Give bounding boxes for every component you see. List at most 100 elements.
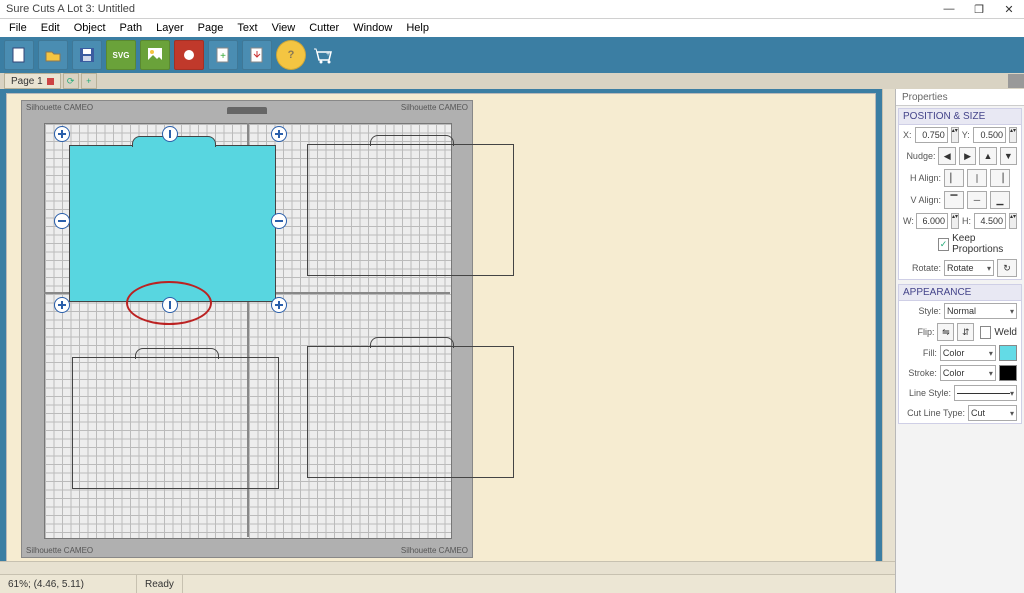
horizontal-scrollbar[interactable] — [0, 561, 895, 574]
fill-label: Fill: — [903, 348, 937, 358]
fill-combo[interactable]: Color — [940, 345, 996, 361]
canvas-background: Silhouette CAMEO Silhouette CAMEO Silhou… — [6, 93, 876, 574]
menu-view[interactable]: View — [265, 22, 303, 34]
new-page-button[interactable]: + — [208, 40, 238, 70]
trace-button[interactable] — [174, 40, 204, 70]
flip-h-button[interactable]: ⇋ — [937, 323, 954, 341]
vertical-scrollbar[interactable] — [882, 89, 895, 562]
page-tab-bar: Page 1 ⟳ + — [0, 73, 1024, 89]
nudge-up-button[interactable]: ▲ — [979, 147, 996, 165]
halign-center-button[interactable]: ∣ — [967, 169, 987, 187]
minimize-button[interactable]: — — [934, 0, 964, 18]
export-button[interactable] — [242, 40, 272, 70]
valign-label: V Align: — [903, 195, 941, 205]
status-zoom-coords: 61%; (4.46, 5.11) — [0, 575, 137, 593]
page-color-icon — [47, 78, 54, 85]
h-label: H: — [962, 216, 971, 226]
menu-window[interactable]: Window — [346, 22, 399, 34]
mat-tab-icon — [227, 107, 267, 114]
new-button[interactable] — [4, 40, 34, 70]
status-state: Ready — [137, 575, 183, 593]
h-spinner[interactable]: ▴▾ — [1009, 213, 1017, 229]
menu-cutter[interactable]: Cutter — [302, 22, 346, 34]
nudge-right-button[interactable]: ▶ — [959, 147, 976, 165]
halign-left-button[interactable]: ▏ — [944, 169, 964, 187]
valign-top-button[interactable]: ▔ — [944, 191, 964, 209]
nudge-down-button[interactable]: ▼ — [1000, 147, 1017, 165]
page-settings-button[interactable]: ⟳ — [63, 73, 79, 89]
rotate-combo[interactable]: Rotate — [944, 260, 994, 276]
shape-card-bl[interactable] — [72, 357, 279, 489]
sel-handle-tr[interactable] — [271, 126, 287, 142]
linestyle-combo[interactable] — [954, 385, 1017, 401]
save-button[interactable] — [72, 40, 102, 70]
nudge-left-button[interactable]: ◀ — [938, 147, 955, 165]
y-input[interactable]: 0.500 — [973, 127, 1006, 143]
shape-card-selected[interactable] — [69, 145, 276, 302]
w-spinner[interactable]: ▴▾ — [951, 213, 959, 229]
menu-page[interactable]: Page — [191, 22, 231, 34]
sel-handle-ml[interactable] — [54, 213, 70, 229]
sel-handle-tl[interactable] — [54, 126, 70, 142]
flip-label: Flip: — [903, 327, 934, 337]
menu-text[interactable]: Text — [230, 22, 264, 34]
style-combo[interactable]: Normal — [944, 303, 1017, 319]
page-tab-1[interactable]: Page 1 — [4, 73, 61, 89]
menu-bar: File Edit Object Path Layer Page Text Vi… — [0, 19, 1024, 37]
close-button[interactable]: ✕ — [994, 0, 1024, 18]
workspace[interactable]: Silhouette CAMEO Silhouette CAMEO Silhou… — [0, 89, 895, 574]
menu-path[interactable]: Path — [113, 22, 150, 34]
properties-title: Properties — [896, 89, 1024, 106]
rotate-apply-button[interactable]: ↻ — [997, 259, 1017, 277]
help-button[interactable]: ? — [276, 40, 306, 70]
sel-handle-mr[interactable] — [271, 213, 287, 229]
x-spinner[interactable]: ▴▾ — [951, 127, 959, 143]
w-input[interactable]: 6.000 — [916, 213, 948, 229]
import-svg-button[interactable]: SVG — [106, 40, 136, 70]
cutline-combo[interactable]: Cut — [968, 405, 1017, 421]
keep-proportions-checkbox[interactable]: ✓ — [938, 238, 949, 251]
menu-layer[interactable]: Layer — [149, 22, 191, 34]
store-button[interactable]: + — [310, 41, 338, 69]
mat-brand-bl: Silhouette CAMEO — [26, 546, 93, 555]
add-page-button[interactable]: + — [81, 73, 97, 89]
fill-swatch[interactable] — [999, 345, 1017, 361]
cutline-label: Cut Line Type: — [903, 408, 965, 418]
title-bar: Sure Cuts A Lot 3: Untitled — ❐ ✕ — [0, 0, 1024, 19]
y-label: Y: — [962, 130, 970, 140]
menu-help[interactable]: Help — [399, 22, 436, 34]
flip-v-button[interactable]: ⇵ — [957, 323, 974, 341]
status-bar: 61%; (4.46, 5.11) Ready — [0, 574, 895, 593]
open-button[interactable] — [38, 40, 68, 70]
halign-right-button[interactable]: ▕ — [990, 169, 1010, 187]
app-title: Sure Cuts A Lot 3: Untitled — [6, 3, 135, 15]
y-spinner[interactable]: ▴▾ — [1009, 127, 1017, 143]
svg-text:+: + — [220, 51, 226, 62]
menu-file[interactable]: File — [2, 22, 34, 34]
h-input[interactable]: 4.500 — [974, 213, 1006, 229]
shape-tab-icon — [135, 348, 219, 359]
sel-handle-tm[interactable] — [162, 126, 178, 142]
menu-edit[interactable]: Edit — [34, 22, 67, 34]
import-image-button[interactable] — [140, 40, 170, 70]
tab-overflow-button[interactable] — [1008, 74, 1024, 88]
valign-middle-button[interactable]: ─ — [967, 191, 987, 209]
sel-handle-br[interactable] — [271, 297, 287, 313]
shape-card-br[interactable] — [307, 346, 514, 478]
nudge-label: Nudge: — [903, 151, 935, 161]
menu-object[interactable]: Object — [67, 22, 113, 34]
main-toolbar: SVG + ? + — [0, 37, 1024, 73]
stroke-swatch[interactable] — [999, 365, 1017, 381]
annotation-circle-icon — [126, 281, 212, 325]
stroke-combo[interactable]: Color — [940, 365, 996, 381]
halign-label: H Align: — [903, 173, 941, 183]
valign-bottom-button[interactable]: ▁ — [990, 191, 1010, 209]
x-input[interactable]: 0.750 — [915, 127, 948, 143]
sel-handle-bl[interactable] — [54, 297, 70, 313]
maximize-button[interactable]: ❐ — [964, 0, 994, 18]
shape-card-tr[interactable] — [307, 144, 514, 276]
section-appearance: APPEARANCE Style: Normal Flip: ⇋ ⇵ Weld … — [898, 284, 1022, 424]
page-tab-label: Page 1 — [11, 76, 43, 87]
weld-checkbox[interactable] — [980, 326, 991, 339]
linestyle-label: Line Style: — [903, 388, 951, 398]
